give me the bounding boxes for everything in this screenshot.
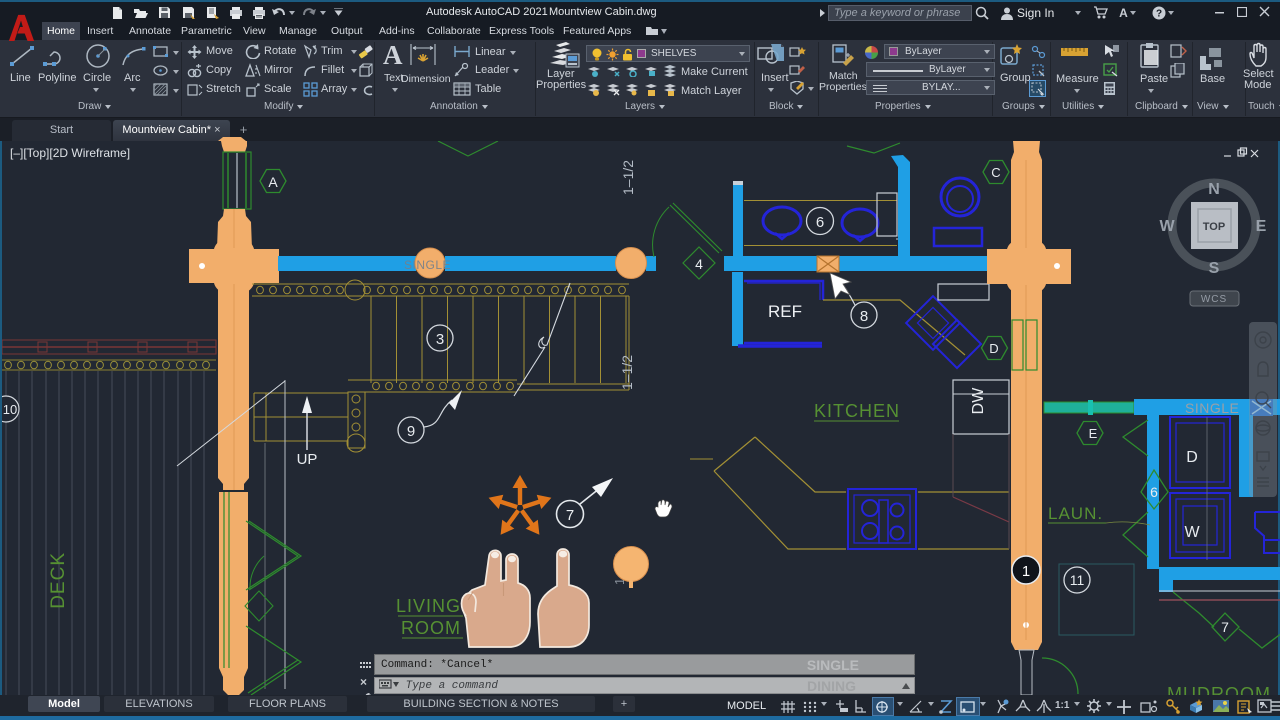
svg-text:S: S: [1209, 260, 1220, 277]
svg-text:TOP: TOP: [1203, 221, 1225, 233]
svg-text:E: E: [1256, 218, 1267, 235]
svg-text:SINGLE: SINGLE: [1185, 400, 1239, 416]
svg-text:DECK: DECK: [48, 552, 69, 609]
svg-text:E: E: [1089, 426, 1098, 441]
svg-text:1–1/2: 1–1/2: [620, 160, 636, 195]
svg-text:6: 6: [1150, 484, 1158, 500]
svg-text:7: 7: [1221, 619, 1229, 635]
svg-text:DW: DW: [970, 387, 987, 415]
svg-text:7: 7: [566, 507, 574, 524]
svg-text:KITCHEN: KITCHEN: [814, 401, 900, 421]
svg-text:11: 11: [1070, 572, 1085, 588]
svg-text:LIVING: LIVING: [396, 596, 461, 616]
svg-text:REF: REF: [768, 302, 802, 321]
svg-text:W: W: [1159, 218, 1175, 235]
svg-text:4: 4: [695, 256, 703, 272]
svg-text:1–1/2: 1–1/2: [619, 355, 635, 390]
svg-text:W: W: [1184, 524, 1200, 541]
svg-text:N: N: [1208, 181, 1220, 198]
svg-text:SINGLE: SINGLE: [404, 258, 451, 272]
svg-text:10: 10: [3, 402, 17, 417]
svg-text:6: 6: [816, 214, 824, 231]
svg-text:WCS: WCS: [1201, 294, 1227, 305]
svg-text:8: 8: [860, 308, 868, 325]
svg-text:[–][Top][2D Wireframe]: [–][Top][2D Wireframe]: [10, 146, 130, 160]
svg-text:MUDROOM: MUDROOM: [1167, 684, 1271, 695]
svg-text:C: C: [991, 165, 1000, 180]
svg-text:A: A: [268, 174, 278, 190]
svg-text:D: D: [989, 341, 998, 356]
svg-text:UP: UP: [297, 451, 318, 468]
svg-text:?: ?: [1156, 9, 1162, 20]
svg-text:3: 3: [436, 331, 444, 348]
svg-text:9: 9: [407, 423, 415, 440]
svg-text:D: D: [1186, 449, 1198, 466]
svg-text:1: 1: [1022, 563, 1030, 580]
svg-text:ROOM: ROOM: [401, 618, 461, 638]
svg-text:LAUN.: LAUN.: [1048, 504, 1103, 523]
